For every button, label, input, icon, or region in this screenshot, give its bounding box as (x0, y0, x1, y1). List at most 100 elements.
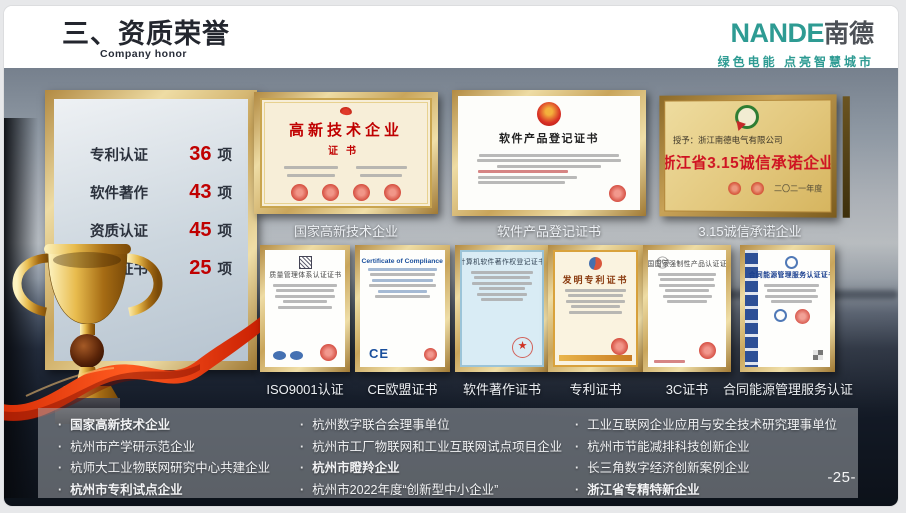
honor-item: ·杭州市节能减排科技创新企业 (575, 437, 860, 459)
stat-unit: 项 (218, 182, 233, 203)
certificate-year: 二〇二一年度 (774, 183, 822, 194)
bullet-icon: · (575, 480, 579, 502)
certificate-title: 中国国家强制性产品认证证书 (648, 260, 726, 269)
seal-icon (424, 348, 437, 361)
seal-icon (795, 309, 810, 324)
iaf-cnas-logos (273, 351, 303, 360)
honor-item: ·杭州数字联合会理事单位 (300, 415, 585, 437)
award-emblem-icon (735, 105, 759, 129)
seal-icon (320, 344, 337, 361)
bullet-icon: · (58, 480, 62, 502)
logo-cjk-text: 南德 (824, 20, 874, 48)
flame-icon (340, 106, 353, 116)
plaque-3d-edge (843, 96, 850, 217)
certificate-energy-management: 合同能源管理服务认证证书 (740, 245, 835, 372)
logo-wordmark: NANDE南德 (730, 29, 874, 46)
slide-card: 三、资质荣誉 Company honor NANDE南德 绿色电能 点亮智慧城市… (4, 6, 898, 506)
honors-column-2: ·杭州数字联合会理事单位 ·杭州市工厂物联网和工业互联网试点项目企业 ·杭州市瞪… (300, 415, 585, 501)
certificate-title: 合同能源管理服务认证证书 (748, 271, 830, 280)
seal-icons (291, 184, 401, 201)
honor-item: ·杭师大工业物联网研究中心共建企业 (58, 458, 308, 480)
blue-logo-strip (745, 250, 758, 367)
honor-item: ·杭州市2022年度“创新型中小企业” (300, 480, 585, 502)
certificate-315-integrity: 授予：浙江南德电气有限公司 浙江省3.15诚信承诺企业 二〇二一年度 (659, 94, 842, 217)
stat-value: 43 (189, 181, 211, 204)
stat-row: 软件著作 43 项 (54, 181, 248, 219)
bullet-icon: · (300, 437, 304, 459)
honor-item: ·长三角数字经济创新案例企业 (575, 458, 860, 480)
bullet-icon: · (300, 415, 304, 437)
honors-column-3: ·工业互联网企业应用与安全技术研究理事单位 ·杭州市节能减排科技创新企业 ·长三… (575, 415, 860, 501)
award-line: 授予：浙江南德电气有限公司 (673, 134, 782, 146)
background-photo: 专利认证 36 项 软件著作 43 项 资质认证 45 项 (4, 68, 898, 506)
stat-value: 36 (189, 143, 211, 166)
page-subtitle: Company honor (100, 48, 187, 60)
qr-code-icon (813, 350, 823, 360)
bullet-icon: · (58, 458, 62, 480)
honor-item: ·杭州市工厂物联网和工业互联网试点项目企业 (300, 437, 585, 459)
page-title: 三、资质荣誉 (62, 12, 230, 51)
seal-icon (699, 342, 716, 359)
ce-mark: CE (369, 346, 389, 361)
page-number: -25- (827, 469, 856, 486)
bullet-icon: · (300, 458, 304, 480)
bullet-icon: · (58, 437, 62, 459)
honor-item: ·工业互联网企业应用与安全技术研究理事单位 (575, 415, 860, 437)
certificate-caption: ISO9001认证 (250, 379, 360, 398)
national-emblem-icon (537, 102, 561, 126)
certificate-caption: CE欧盟证书 (345, 379, 460, 398)
honor-item: ·杭州市专利试点企业 (58, 480, 308, 502)
certificate-caption: 合同能源管理服务认证 (722, 379, 854, 398)
honor-item: ·浙江省专精特新企业 (575, 480, 860, 502)
honor-item: ·杭州市瞪羚企业 (300, 458, 585, 480)
stat-unit: 项 (218, 258, 233, 279)
certificate-title: 计算机软件著作权登记证书 (460, 258, 544, 267)
certificate-3c: CCC 中国国家强制性产品认证证书 (643, 245, 731, 372)
honor-item: ·杭州市产学研示范企业 (58, 437, 308, 459)
honors-band: ·国家高新技术企业 ·杭州市产学研示范企业 ·杭师大工业物联网研究中心共建企业 … (38, 408, 858, 498)
stat-unit: 项 (218, 220, 233, 241)
seal-icon (728, 182, 741, 195)
certificate-title: 软件产品登记证书 (499, 130, 599, 146)
bullet-icon: · (300, 480, 304, 502)
cqc-logo-icon (785, 256, 798, 269)
logo-latin-text: NANDE (730, 18, 824, 48)
stat-value: 25 (189, 257, 211, 280)
stat-label: 软件著作 (90, 182, 148, 203)
star-seal-icon: ★ (512, 337, 533, 358)
bullet-icon: · (575, 437, 579, 459)
certificate-title: 浙江省3.15诚信承诺企业 (664, 151, 831, 173)
certificate-textlines (281, 163, 412, 177)
certificate-title: 发明专利证书 (562, 273, 628, 286)
bullet-icon: · (58, 415, 62, 437)
honors-column-1: ·国家高新技术企业 ·杭州市产学研示范企业 ·杭师大工业物联网研究中心共建企业 … (58, 415, 308, 501)
certificate-software-copyright: 计算机软件著作权登记证书 ★ (455, 245, 549, 372)
certificate-software-product: 软件产品登记证书 (452, 90, 646, 216)
certificate-ce: Certificate of Compliance CE (355, 245, 450, 372)
seal-icon (611, 338, 628, 355)
certificate-iso9001: 质量管理体系认证证书 (260, 245, 350, 372)
seal-icon (751, 182, 764, 195)
gold-strip (559, 355, 632, 361)
certificate-patent: 发明专利证书 (548, 245, 643, 372)
honor-item: ·国家高新技术企业 (58, 415, 308, 437)
bullet-icon: · (575, 415, 579, 437)
seal-icon (609, 185, 626, 202)
certificate-caption: 软件产品登记证书 (452, 221, 646, 240)
stat-label: 专利认证 (90, 144, 148, 165)
patent-logo-icon (589, 257, 602, 270)
slide-header: 三、资质荣誉 Company honor NANDE南德 绿色电能 点亮智慧城市 (4, 6, 898, 68)
certificate-caption: 国家高新技术企业 (254, 221, 438, 240)
bullet-icon: · (575, 458, 579, 480)
certificate-caption: 3.15诚信承诺企业 (658, 221, 842, 240)
certificate-title: Certificate of Compliance (362, 256, 443, 264)
certificate-title: 质量管理体系认证证书 (269, 271, 341, 280)
certificate-subtitle: 证书 (328, 142, 364, 157)
stamp-icon (774, 309, 787, 322)
stat-value: 45 (189, 219, 211, 242)
company-logo: NANDE南德 绿色电能 点亮智慧城市 (718, 14, 874, 70)
slide-stage: 三、资质荣誉 Company honor NANDE南德 绿色电能 点亮智慧城市… (0, 0, 906, 513)
cert-logo-icon (299, 256, 312, 269)
certificate-title: 高新技术企业 (289, 119, 403, 140)
stat-unit: 项 (218, 144, 233, 165)
